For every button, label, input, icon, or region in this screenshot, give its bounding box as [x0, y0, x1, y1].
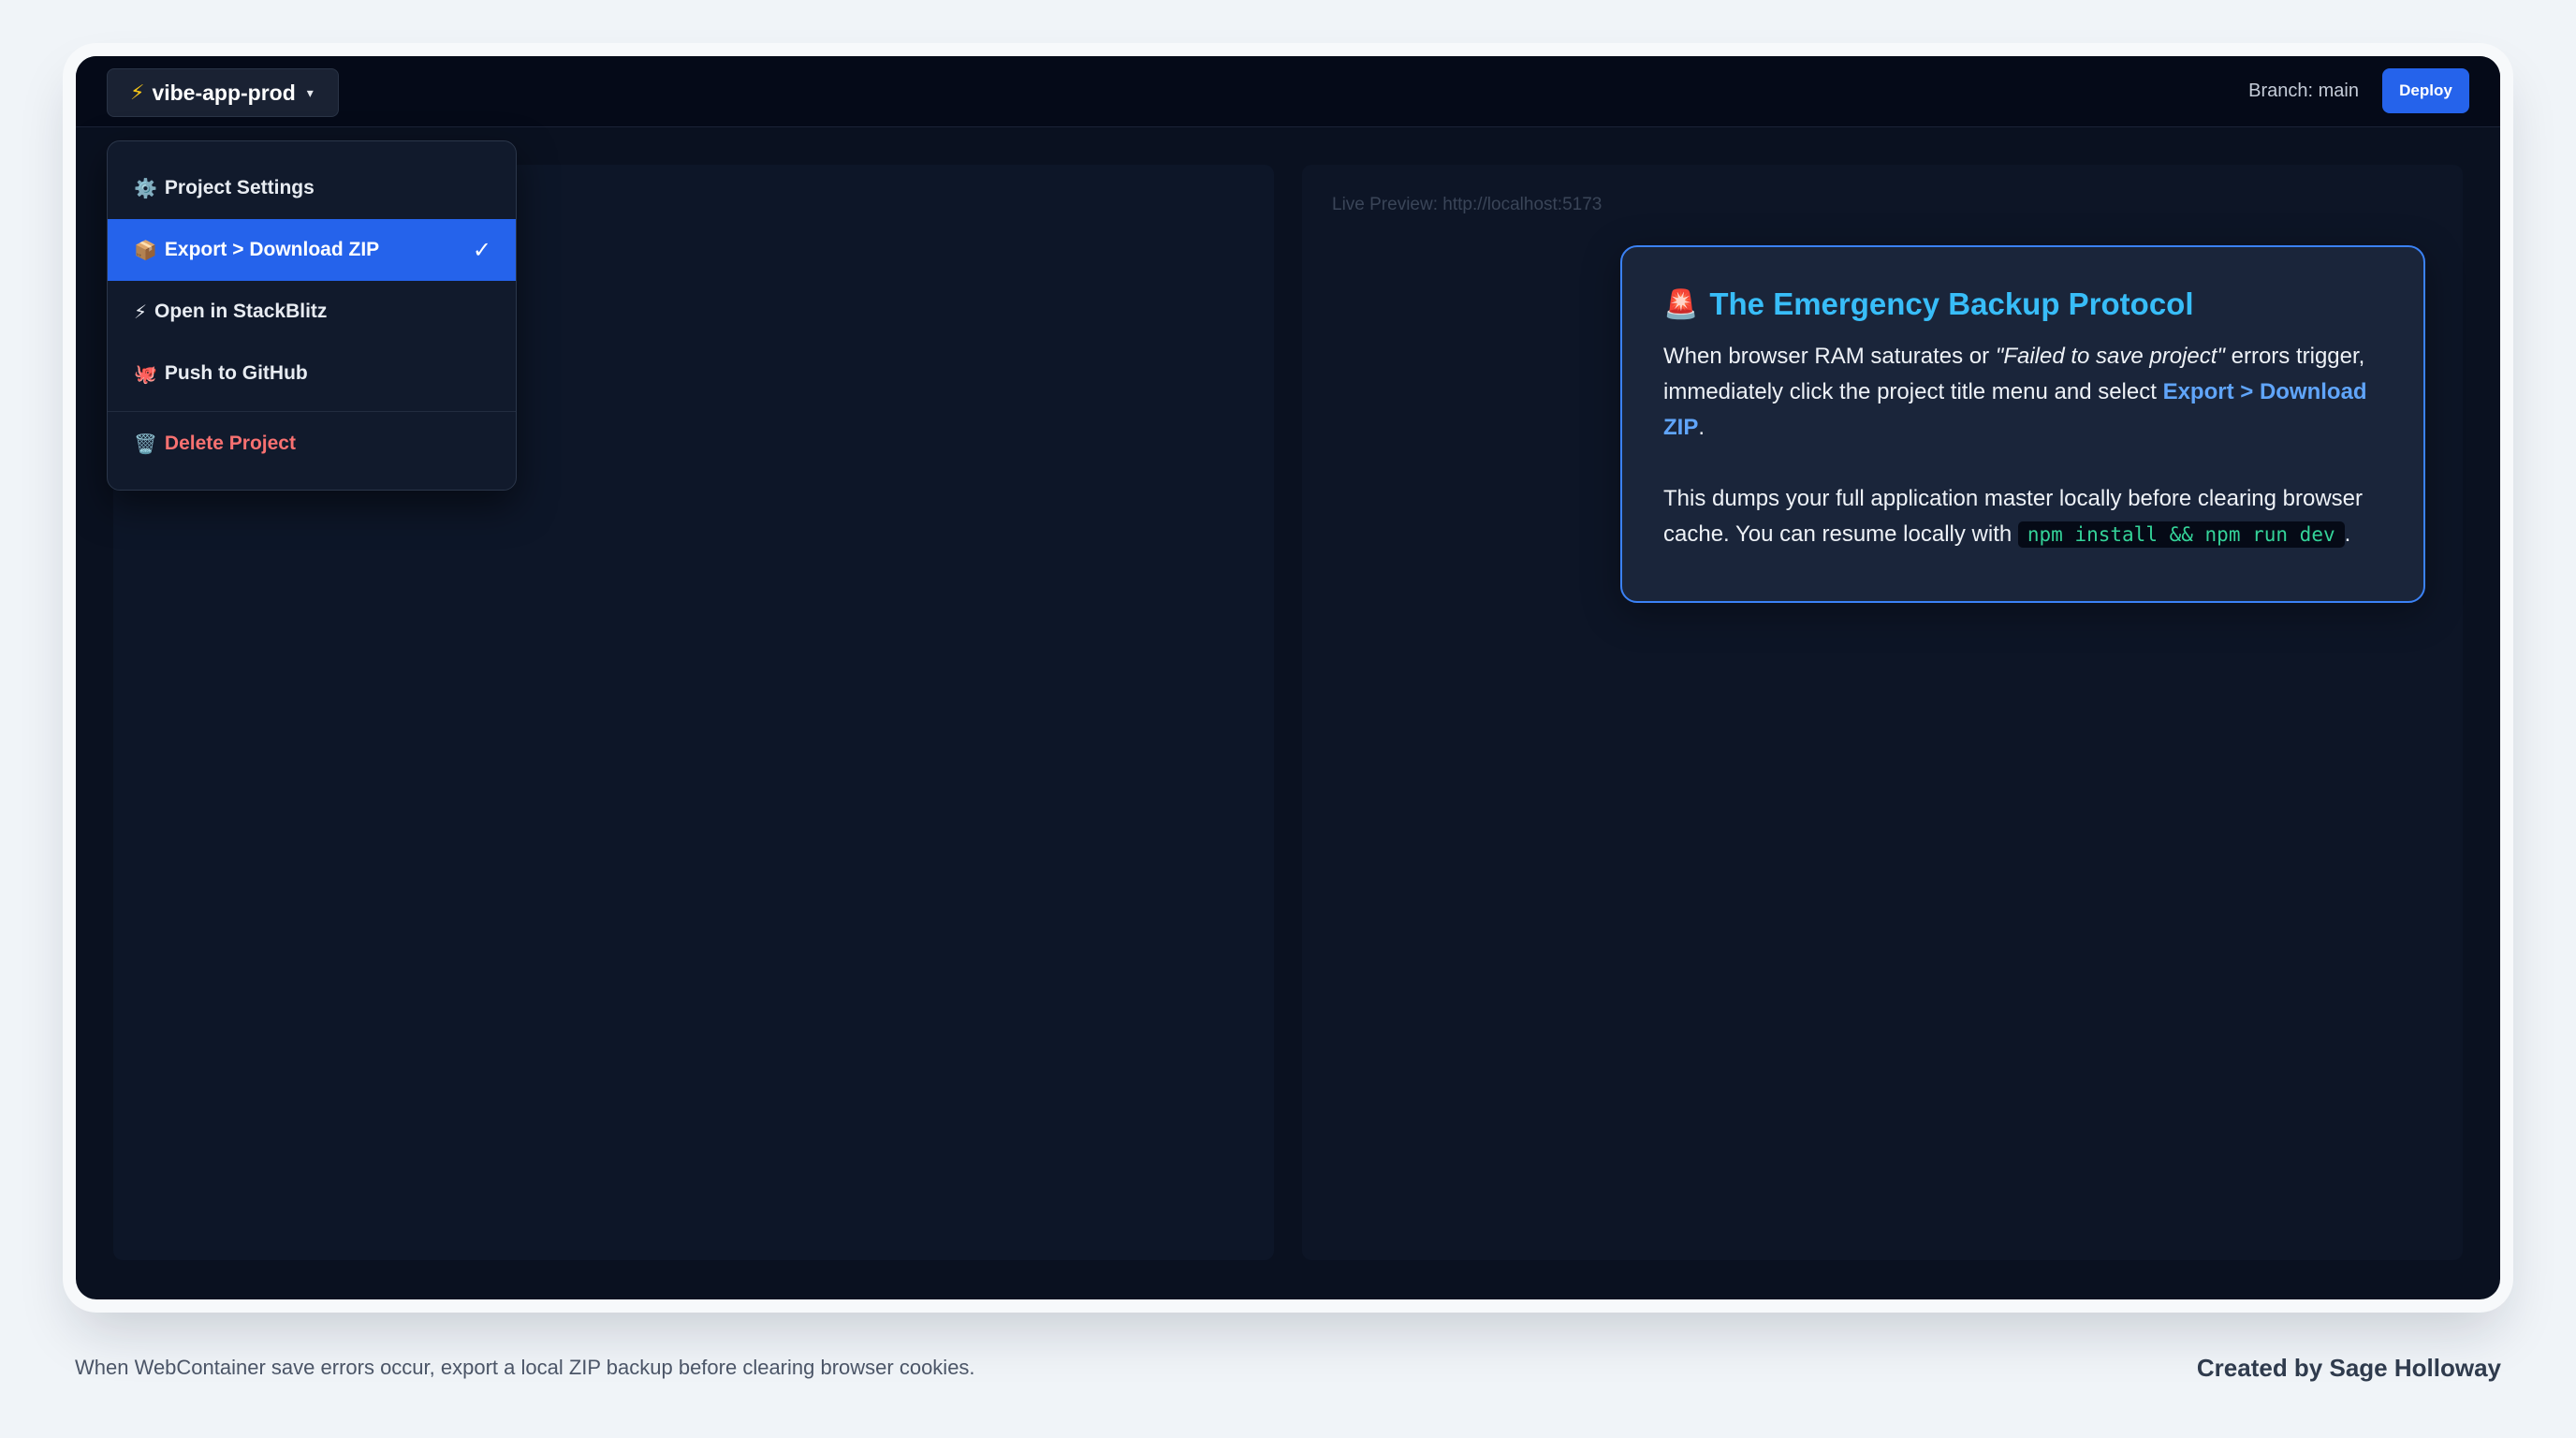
gear-icon: ⚙️	[134, 178, 157, 199]
card-title: 🚨 The Emergency Backup Protocol	[1663, 286, 2382, 322]
error-quote: "Failed to save project"	[1995, 344, 2225, 369]
chevron-down-icon: ▾	[306, 84, 314, 100]
octopus-icon: 🐙	[134, 363, 157, 385]
card-title-text: The Emergency Backup Protocol	[1709, 286, 2194, 321]
live-preview-url: Live Preview: http://localhost:5173	[1332, 195, 1603, 214]
trash-icon: 🗑️	[134, 433, 157, 455]
checkmark-icon: ✓	[472, 237, 491, 263]
code-snippet: npm install && npm run dev	[2017, 521, 2345, 548]
text: .	[1698, 415, 1705, 440]
siren-icon: 🚨	[1663, 288, 1699, 320]
menu-item-project-settings[interactable]: ⚙️ Project Settings	[108, 157, 516, 219]
package-icon: 📦	[134, 240, 157, 261]
deploy-button[interactable]: Deploy	[2382, 68, 2469, 113]
bolt-icon: ⚡	[134, 301, 148, 323]
project-name: vibe-app-prod	[152, 80, 296, 105]
menu-item-label: Push to GitHub	[164, 362, 308, 384]
footer-note: When WebContainer save errors occur, exp…	[75, 1356, 975, 1379]
menu-item-label: Export > Download ZIP	[164, 239, 380, 260]
bolt-icon: ⚡	[130, 81, 145, 104]
footer-credit: Created by Sage Holloway	[2196, 1354, 2501, 1382]
menu-item-export-download-zip[interactable]: 📦 Export > Download ZIP ✓	[108, 219, 516, 281]
menu-item-label: Project Settings	[164, 177, 315, 198]
menu-divider	[108, 411, 516, 412]
card-paragraph-2: This dumps your full application master …	[1663, 481, 2382, 552]
menu-item-push-to-github[interactable]: 🐙 Push to GitHub	[108, 343, 516, 404]
card-paragraph-1: When browser RAM saturates or "Failed to…	[1663, 339, 2382, 446]
app-window: ⚡ vibe-app-prod ▾ Branch: main Deploy Li…	[76, 56, 2500, 1299]
text: .	[2344, 521, 2351, 547]
menu-item-label: Delete Project	[164, 433, 296, 454]
text: When browser RAM saturates or	[1663, 344, 1996, 369]
menu-item-open-in-stackblitz[interactable]: ⚡ Open in StackBlitz	[108, 281, 516, 343]
top-bar: ⚡ vibe-app-prod ▾ Branch: main Deploy	[76, 56, 2500, 127]
branch-label: Branch: main	[2248, 81, 2359, 101]
emergency-backup-card: 🚨 The Emergency Backup Protocol When bro…	[1620, 245, 2425, 603]
menu-item-delete-project[interactable]: 🗑️ Delete Project	[108, 413, 516, 475]
project-dropdown-menu: ⚙️ Project Settings 📦 Export > Download …	[107, 140, 517, 491]
project-title-menu-button[interactable]: ⚡ vibe-app-prod ▾	[107, 68, 339, 117]
menu-item-label: Open in StackBlitz	[154, 301, 328, 322]
